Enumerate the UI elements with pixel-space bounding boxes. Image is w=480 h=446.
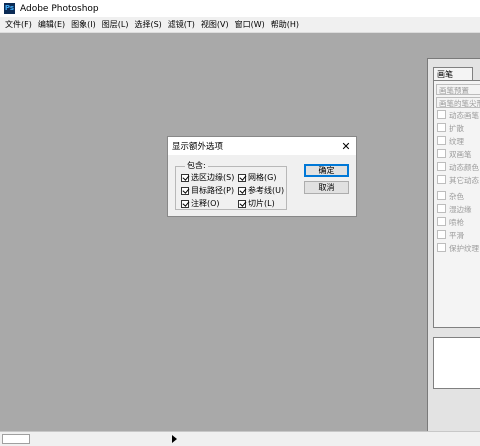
brush-presets-item[interactable]: 画笔预置	[436, 84, 480, 95]
airbrush-item[interactable]: 喷枪	[437, 217, 480, 228]
protect-texture-item[interactable]: 保护纹理	[437, 243, 480, 254]
texture-item[interactable]: 纹理	[437, 136, 480, 147]
dual-brush-checkbox[interactable]	[437, 149, 446, 158]
noise-checkbox[interactable]	[437, 191, 446, 200]
airbrush-checkbox[interactable]	[437, 217, 446, 226]
shape-dynamics-item[interactable]: 动态画笔	[437, 110, 480, 121]
selection-edges-label: 选区边缘(S)	[191, 173, 235, 182]
shape-dynamics-checkbox[interactable]	[437, 110, 446, 119]
status-bar	[0, 431, 480, 446]
slices-label: 切片(L)	[248, 199, 275, 208]
cancel-button[interactable]: 取消	[304, 181, 349, 194]
extras-options-dialog: 显示额外选项 ✕ 包含: 选区边缘(S) 网格(G) 目标路径(P) 参考线(U…	[167, 136, 357, 217]
app-title: Adobe Photoshop	[20, 3, 99, 14]
scattering-item[interactable]: 扩散	[437, 123, 480, 134]
annotations-checkbox[interactable]	[181, 199, 189, 208]
texture-label: 纹理	[449, 137, 464, 146]
brushes-palette: 画笔 画笔预置 画笔的笔尖形 动态画笔 扩散 纹理 双画笔 动态颜色 其它动态 …	[427, 58, 480, 436]
guides-label: 参考线(U)	[248, 186, 285, 195]
dual-brush-item[interactable]: 双画笔	[437, 149, 480, 160]
option-grid[interactable]: 网格(G)	[238, 172, 276, 183]
menu-image[interactable]: 图象(I)	[68, 19, 99, 30]
protect-texture-checkbox[interactable]	[437, 243, 446, 252]
menu-filter[interactable]: 滤镜(T)	[165, 19, 198, 30]
other-dynamics-checkbox[interactable]	[437, 175, 446, 184]
option-target-path[interactable]: 目标路径(P)	[181, 185, 234, 196]
menu-help[interactable]: 帮助(H)	[268, 19, 302, 30]
grid-label: 网格(G)	[248, 173, 277, 182]
wet-edges-item[interactable]: 湿边缘	[437, 204, 480, 215]
brush-stroke-preview	[433, 337, 480, 389]
smoothing-checkbox[interactable]	[437, 230, 446, 239]
smoothing-label: 平滑	[449, 231, 464, 240]
color-dynamics-label: 动态颜色	[449, 163, 479, 172]
app-titlebar: Ps Adobe Photoshop	[0, 0, 480, 17]
menu-layer[interactable]: 图层(L)	[99, 19, 132, 30]
texture-checkbox[interactable]	[437, 136, 446, 145]
brush-tip-shape-item[interactable]: 画笔的笔尖形	[436, 97, 480, 108]
smoothing-item[interactable]: 平滑	[437, 230, 480, 241]
brushes-options-panel: 画笔预置 画笔的笔尖形 动态画笔 扩散 纹理 双画笔 动态颜色 其它动态 杂色 …	[433, 80, 480, 328]
protect-texture-label: 保护纹理	[449, 244, 479, 253]
wet-edges-label: 湿边缘	[449, 205, 472, 214]
dual-brush-label: 双画笔	[449, 150, 472, 159]
scattering-checkbox[interactable]	[437, 123, 446, 132]
menu-view[interactable]: 视图(V)	[198, 19, 232, 30]
brush-presets-label: 画笔预置	[439, 86, 469, 95]
include-group-label: 包含:	[185, 160, 208, 171]
photoshop-app-icon: Ps	[4, 3, 15, 14]
shape-dynamics-label: 动态画笔	[449, 111, 479, 120]
other-dynamics-item[interactable]: 其它动态	[437, 175, 480, 186]
ok-button[interactable]: 确定	[304, 164, 349, 177]
dialog-title: 显示额外选项	[172, 142, 224, 152]
brush-tip-shape-label: 画笔的笔尖形	[439, 99, 480, 108]
palette-tab-brushes[interactable]: 画笔	[433, 67, 473, 80]
close-icon[interactable]: ✕	[339, 141, 353, 152]
noise-label: 杂色	[449, 192, 464, 201]
menu-select[interactable]: 选择(S)	[131, 19, 164, 30]
target-path-checkbox[interactable]	[181, 186, 189, 195]
play-arrow-icon[interactable]	[172, 435, 177, 443]
option-annotations[interactable]: 注释(O)	[181, 198, 220, 209]
zoom-field[interactable]	[2, 434, 30, 444]
scattering-label: 扩散	[449, 124, 464, 133]
target-path-label: 目标路径(P)	[191, 186, 235, 195]
slices-checkbox[interactable]	[238, 199, 246, 208]
dialog-titlebar[interactable]: 显示额外选项 ✕	[168, 137, 356, 155]
option-selection-edges[interactable]: 选区边缘(S)	[181, 172, 234, 183]
option-guides[interactable]: 参考线(U)	[238, 185, 284, 196]
selection-edges-checkbox[interactable]	[181, 173, 189, 182]
color-dynamics-checkbox[interactable]	[437, 162, 446, 171]
color-dynamics-item[interactable]: 动态颜色	[437, 162, 480, 173]
option-slices[interactable]: 切片(L)	[238, 198, 275, 209]
other-dynamics-label: 其它动态	[449, 176, 479, 185]
noise-item[interactable]: 杂色	[437, 191, 480, 202]
menu-bar: 文件(F) 编辑(E) 图象(I) 图层(L) 选择(S) 滤镜(T) 视图(V…	[0, 17, 480, 33]
annotations-label: 注释(O)	[191, 199, 220, 208]
menu-window[interactable]: 窗口(W)	[232, 19, 268, 30]
menu-file[interactable]: 文件(F)	[2, 19, 35, 30]
wet-edges-checkbox[interactable]	[437, 204, 446, 213]
guides-checkbox[interactable]	[238, 186, 246, 195]
menu-edit[interactable]: 编辑(E)	[35, 19, 68, 30]
airbrush-label: 喷枪	[449, 218, 464, 227]
grid-checkbox[interactable]	[238, 173, 246, 182]
